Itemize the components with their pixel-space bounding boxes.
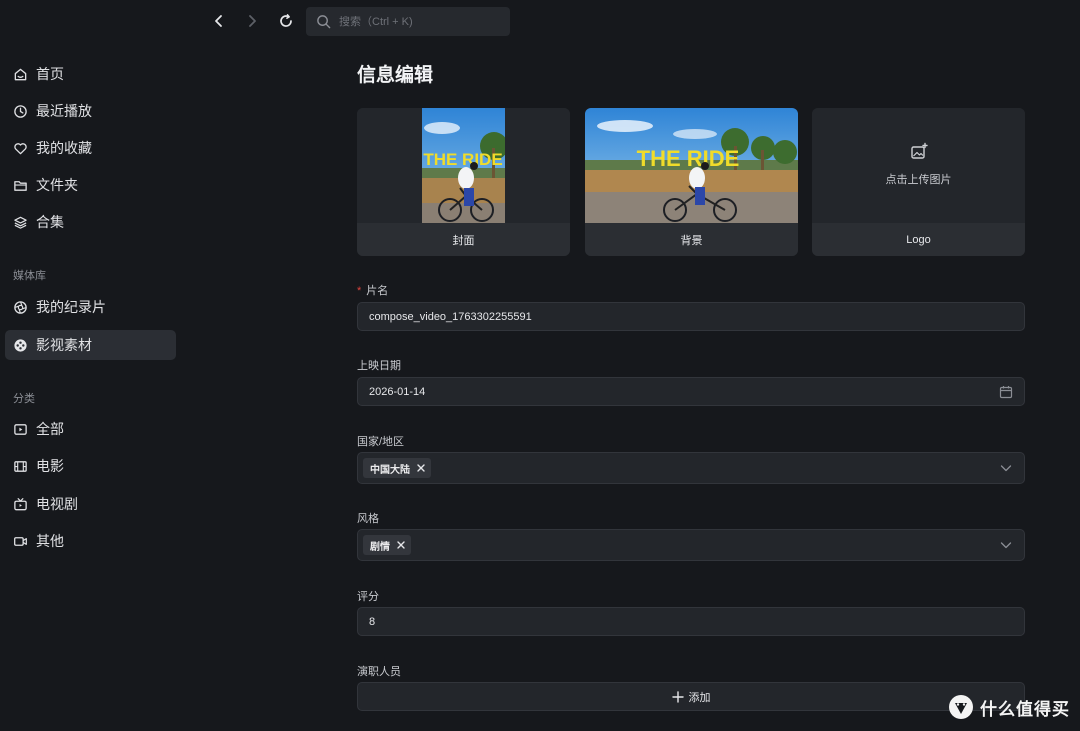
- logo-label: Logo: [812, 223, 1025, 256]
- sidebar-item-label: 我的纪录片: [36, 299, 106, 315]
- sidebar-item-label: 电视剧: [36, 496, 78, 512]
- chevron-left-icon: [215, 15, 222, 27]
- rating-value: 8: [369, 615, 376, 628]
- cast-field-label: 演职人员: [357, 666, 401, 678]
- sidebar-item-favorites[interactable]: 我的收藏: [5, 133, 176, 163]
- aperture-icon: [12, 299, 28, 315]
- name-field-label: * 片名: [357, 285, 389, 297]
- refresh-button[interactable]: [276, 11, 296, 31]
- forward-button[interactable]: [242, 11, 262, 31]
- sidebar-item-label: 合集: [36, 214, 64, 230]
- sidebar-item-folders[interactable]: 文件夹: [5, 170, 176, 200]
- cover-image-area: THE RIDE: [357, 108, 570, 223]
- name-field[interactable]: compose_video_1763302255591: [357, 302, 1025, 331]
- sidebar-item-recent[interactable]: 最近播放: [5, 96, 176, 126]
- date-field-label: 上映日期: [357, 360, 401, 372]
- sidebar-item-film-materials[interactable]: 影视素材: [5, 330, 176, 360]
- search-box[interactable]: [306, 7, 510, 36]
- sidebar-item-tv-series[interactable]: 电视剧: [5, 489, 176, 519]
- rating-field[interactable]: 8: [357, 607, 1025, 636]
- sidebar-item-label: 电影: [36, 458, 64, 474]
- film-reel-icon: [12, 337, 28, 353]
- sidebar-item-label: 最近播放: [36, 103, 92, 119]
- sidebar-item-label: 其他: [36, 533, 64, 549]
- search-icon: [317, 15, 331, 29]
- tv-icon: [12, 496, 28, 512]
- sidebar-item-movies[interactable]: 电影: [5, 451, 176, 481]
- background-image-area: THE RIDE: [585, 108, 798, 223]
- play-square-icon: [12, 421, 28, 437]
- image-add-icon: [910, 142, 928, 159]
- sidebar-item-label: 影视素材: [36, 337, 92, 353]
- category-section-title: 分类: [13, 393, 35, 405]
- sidebar-item-collections[interactable]: 合集: [5, 207, 176, 237]
- date-value: 2026-01-14: [369, 385, 426, 398]
- video-camera-icon: [12, 533, 28, 549]
- add-cast-button[interactable]: 添加: [357, 682, 1025, 711]
- watermark-logo: 什么值得买: [948, 694, 1070, 720]
- background-image-card[interactable]: THE RIDE 背景: [585, 108, 798, 256]
- background-label: 背景: [585, 223, 798, 256]
- sidebar-item-home[interactable]: 首页: [5, 59, 176, 89]
- region-tag: 中国大陆: [363, 458, 431, 478]
- heart-icon: [12, 140, 28, 156]
- back-button[interactable]: [209, 11, 229, 31]
- remove-tag-icon[interactable]: [396, 540, 406, 550]
- photo-overlay-text: THE RIDE: [423, 150, 502, 169]
- library-section-title: 媒体库: [13, 270, 46, 282]
- chevron-down-icon: [999, 461, 1013, 475]
- cover-photo: THE RIDE: [422, 108, 505, 223]
- clock-icon: [12, 103, 28, 119]
- name-value: compose_video_1763302255591: [369, 310, 532, 323]
- folder-icon: [12, 177, 28, 193]
- genre-select[interactable]: 剧情: [357, 529, 1025, 561]
- logo-image-card[interactable]: 点击上传图片 Logo: [812, 108, 1025, 256]
- remove-tag-icon[interactable]: [416, 463, 426, 473]
- region-select[interactable]: 中国大陆: [357, 452, 1025, 484]
- cover-label: 封面: [357, 223, 570, 256]
- sidebar-item-label: 首页: [36, 66, 64, 82]
- sidebar-item-label: 文件夹: [36, 177, 78, 193]
- refresh-icon: [280, 14, 292, 27]
- smzdm-logo-icon: [949, 695, 973, 719]
- plus-icon: [671, 690, 684, 703]
- sidebar-item-other[interactable]: 其他: [5, 526, 176, 556]
- photo-overlay-text: THE RIDE: [637, 146, 740, 171]
- sidebar-item-label: 全部: [36, 421, 64, 437]
- sidebar-item-documentaries[interactable]: 我的纪录片: [5, 292, 176, 322]
- release-date-field[interactable]: 2026-01-14: [357, 377, 1025, 406]
- genre-field-label: 风格: [357, 513, 379, 525]
- layers-icon: [12, 214, 28, 230]
- calendar-icon[interactable]: [999, 385, 1013, 399]
- top-bar: [0, 0, 1080, 42]
- sidebar-item-all[interactable]: 全部: [5, 414, 176, 444]
- background-photo: THE RIDE: [585, 108, 798, 223]
- film-strip-icon: [12, 458, 28, 474]
- home-icon: [12, 66, 28, 82]
- genre-tag: 剧情: [363, 535, 411, 555]
- page-title: 信息编辑: [357, 65, 434, 86]
- search-input[interactable]: [339, 15, 499, 28]
- cover-image-card[interactable]: THE RIDE 封面: [357, 108, 570, 256]
- upload-hint-text: 点击上传图片: [885, 174, 952, 186]
- chevron-down-icon: [999, 538, 1013, 552]
- required-mark: *: [357, 285, 362, 297]
- chevron-right-icon: [249, 15, 256, 27]
- watermark-text: 什么值得买: [980, 699, 1070, 719]
- region-field-label: 国家/地区: [357, 436, 405, 448]
- rating-field-label: 评分: [357, 591, 379, 603]
- logo-upload-area[interactable]: 点击上传图片: [812, 108, 1025, 223]
- sidebar-item-label: 我的收藏: [36, 140, 92, 156]
